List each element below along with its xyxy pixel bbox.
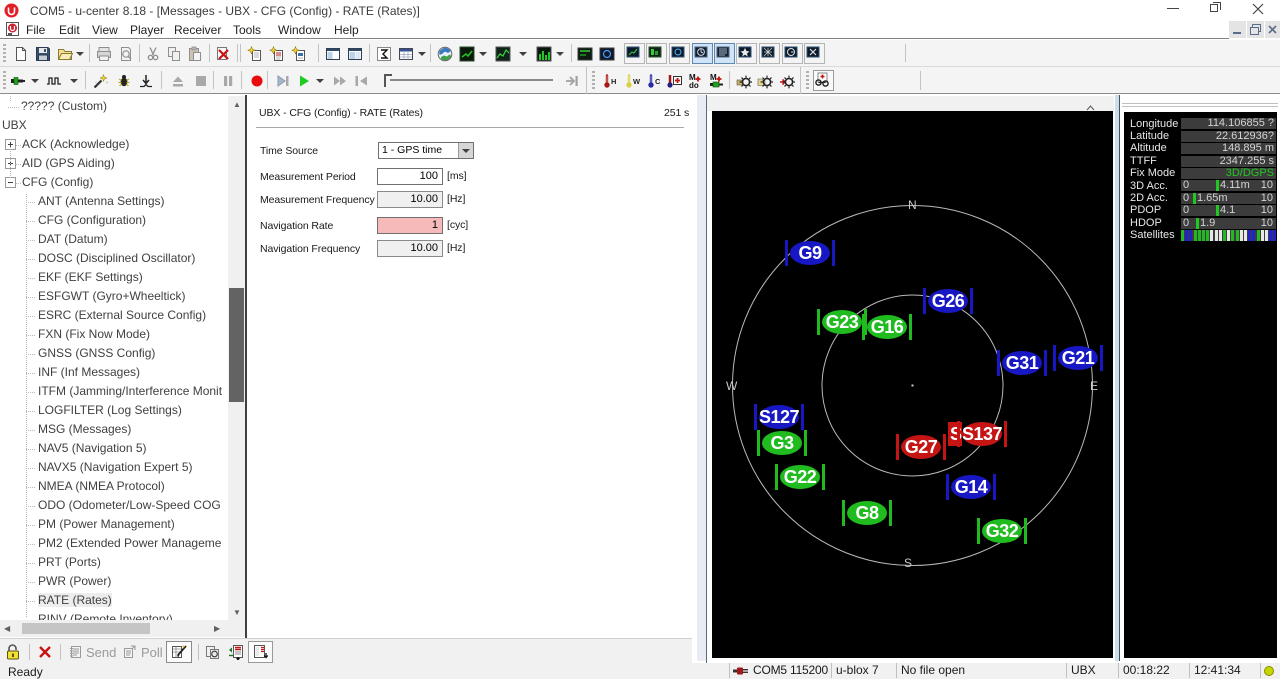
- svg-text:M: M: [710, 73, 717, 82]
- svg-text:W: W: [726, 379, 738, 393]
- svg-text:H: H: [611, 77, 616, 86]
- svg-text:N: N: [908, 198, 917, 212]
- svg-text:S: S: [904, 556, 912, 570]
- svg-text:C: C: [655, 77, 661, 86]
- svg-text:W: W: [633, 77, 640, 86]
- svg-text:E: E: [1090, 379, 1098, 393]
- svg-text:do: do: [689, 81, 699, 89]
